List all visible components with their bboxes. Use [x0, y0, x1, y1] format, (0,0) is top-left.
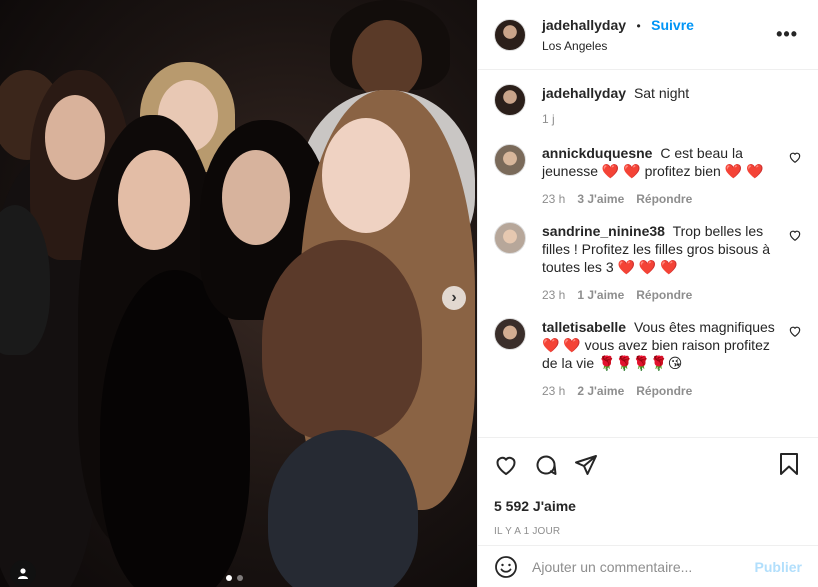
- comment-like-heart-icon[interactable]: [788, 228, 802, 242]
- add-comment-bar: Publier: [478, 545, 818, 587]
- author-username[interactable]: jadehallyday: [542, 17, 626, 33]
- likes-count[interactable]: 5 592 J'aime: [494, 498, 802, 514]
- bookmark-icon[interactable]: [778, 452, 800, 476]
- caption: jadehallyday Sat night 1 j: [494, 84, 802, 126]
- person-6-jeans: [268, 430, 418, 587]
- emoji-icon[interactable]: [494, 555, 518, 579]
- follow-button[interactable]: Suivre: [651, 17, 694, 33]
- heart-icon[interactable]: [494, 453, 518, 477]
- separator-dot: •: [636, 18, 641, 33]
- comment-input[interactable]: [532, 558, 755, 575]
- comment-likes[interactable]: 3 J'aime: [577, 192, 624, 206]
- post-header: jadehallyday • Suivre Los Angeles •••: [478, 0, 818, 70]
- caption-avatar[interactable]: [494, 84, 526, 116]
- person-top-head: [352, 20, 422, 100]
- tagged-users-button[interactable]: [10, 560, 36, 586]
- comment-item: sandrine_ninine38 Trop belles les filles…: [494, 222, 802, 302]
- comment-avatar[interactable]: [494, 144, 526, 176]
- share-icon[interactable]: [574, 453, 598, 477]
- comment-time[interactable]: 23 h: [542, 288, 565, 302]
- comment-item: annickduquesne C est beau la jeunesse ❤️…: [494, 144, 802, 206]
- person-4-head: [118, 150, 190, 250]
- author-avatar[interactable]: [494, 18, 526, 51]
- instagram-post: › jadehallyday • Suivre Los Angeles ••• …: [0, 0, 818, 587]
- comments-list[interactable]: jadehallyday Sat night 1 j annickduquesn…: [478, 70, 818, 436]
- comment-username[interactable]: annickduquesne: [542, 145, 652, 161]
- comment-time[interactable]: 23 h: [542, 384, 565, 398]
- publish-button[interactable]: Publier: [755, 559, 802, 575]
- more-options-button[interactable]: •••: [776, 24, 798, 45]
- comment-avatar[interactable]: [494, 318, 526, 350]
- post-photo[interactable]: ›: [0, 0, 477, 587]
- carousel-indicator: [226, 575, 243, 581]
- caption-time[interactable]: 1 j: [542, 112, 555, 126]
- carousel-dot-1: [226, 575, 232, 581]
- caption-text: Sat night: [633, 85, 690, 101]
- comment-like-heart-icon[interactable]: [788, 150, 802, 164]
- post-side-panel: jadehallyday • Suivre Los Angeles ••• ja…: [477, 0, 818, 587]
- person-5-head: [222, 150, 290, 245]
- carousel-dot-2: [237, 575, 243, 581]
- comment-username[interactable]: sandrine_ninine38: [542, 223, 665, 239]
- comment-icon[interactable]: [534, 453, 558, 477]
- comment-username[interactable]: talletisabelle: [542, 319, 626, 335]
- person-2-head: [45, 95, 105, 180]
- next-photo-button[interactable]: ›: [442, 286, 466, 310]
- comment-like-heart-icon[interactable]: [788, 324, 802, 338]
- comment-item: talletisabelle Vous êtes magnifiques ❤️ …: [494, 318, 802, 398]
- reply-button[interactable]: Répondre: [636, 192, 692, 206]
- caption-username[interactable]: jadehallyday: [542, 85, 626, 101]
- comment-time[interactable]: 23 h: [542, 192, 565, 206]
- comment-likes[interactable]: 1 J'aime: [577, 288, 624, 302]
- reply-button[interactable]: Répondre: [636, 288, 692, 302]
- person-6-head: [322, 118, 410, 233]
- reply-button[interactable]: Répondre: [636, 384, 692, 398]
- comment-likes[interactable]: 2 J'aime: [577, 384, 624, 398]
- person-6-top: [262, 240, 422, 440]
- post-location[interactable]: Los Angeles: [542, 39, 694, 53]
- user-tag-icon: [18, 568, 28, 579]
- post-date[interactable]: IL Y A 1 JOUR: [494, 526, 802, 537]
- post-actions: 5 592 J'aime IL Y A 1 JOUR: [478, 437, 818, 537]
- chevron-right-icon: ›: [451, 289, 457, 306]
- comment-avatar[interactable]: [494, 222, 526, 254]
